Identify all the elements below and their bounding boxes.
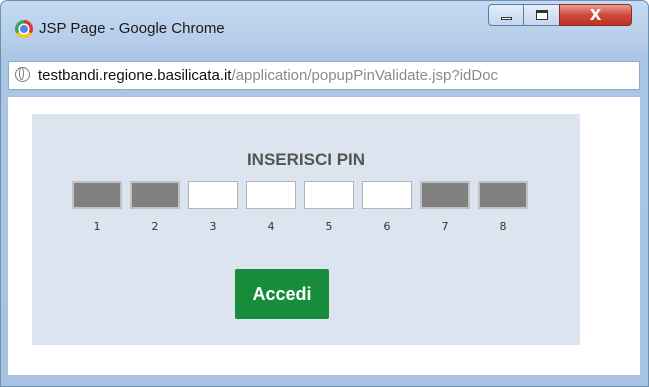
minimize-icon <box>501 17 512 20</box>
pin-digit-label-6: 6 <box>383 220 391 233</box>
url-text: testbandi.regione.basilicata.it/applicat… <box>38 67 498 84</box>
chrome-logo-icon <box>15 20 33 38</box>
pin-digit-label-8: 8 <box>499 220 507 233</box>
title-bar[interactable]: JSP Page - Google Chrome X <box>1 1 648 55</box>
pin-digit-label-3: 3 <box>209 220 217 233</box>
maximize-icon <box>536 10 548 20</box>
url-path: /application/popupPinValidate.jsp?idDoc <box>231 67 499 84</box>
pin-digit-field-3[interactable] <box>188 181 238 209</box>
window-title: JSP Page - Google Chrome <box>39 20 225 37</box>
pin-heading: INSERISCI PIN <box>246 150 366 169</box>
page-content: INSERISCI PIN 1 2 3 4 5 6 7 8 Accedi <box>8 97 640 375</box>
pin-digit-field-1 <box>72 181 122 209</box>
pin-digit-label-4: 4 <box>267 220 275 233</box>
accedi-button[interactable]: Accedi <box>235 269 329 319</box>
close-button[interactable]: X <box>559 4 632 26</box>
pin-digit-field-5[interactable] <box>304 181 354 209</box>
pin-digit-label-7: 7 <box>441 220 449 233</box>
address-bar[interactable]: testbandi.regione.basilicata.it/applicat… <box>8 61 640 90</box>
close-icon: X <box>589 6 602 24</box>
pin-digit-label-1: 1 <box>93 220 101 233</box>
pin-digit-field-6[interactable] <box>362 181 412 209</box>
pin-digit-label-2: 2 <box>151 220 159 233</box>
minimize-button[interactable] <box>488 4 524 26</box>
pin-digit-field-8 <box>478 181 528 209</box>
pin-digit-field-2 <box>130 181 180 209</box>
globe-icon <box>15 67 30 82</box>
pin-digit-field-4[interactable] <box>246 181 296 209</box>
pin-digit-field-7 <box>420 181 470 209</box>
url-host: testbandi.regione.basilicata.it <box>38 67 232 84</box>
pin-panel: INSERISCI PIN 1 2 3 4 5 6 7 8 Accedi <box>32 114 580 345</box>
pin-digit-label-5: 5 <box>325 220 333 233</box>
maximize-button[interactable] <box>523 4 560 26</box>
browser-popup-window: JSP Page - Google Chrome X testbandi.reg… <box>0 0 649 387</box>
